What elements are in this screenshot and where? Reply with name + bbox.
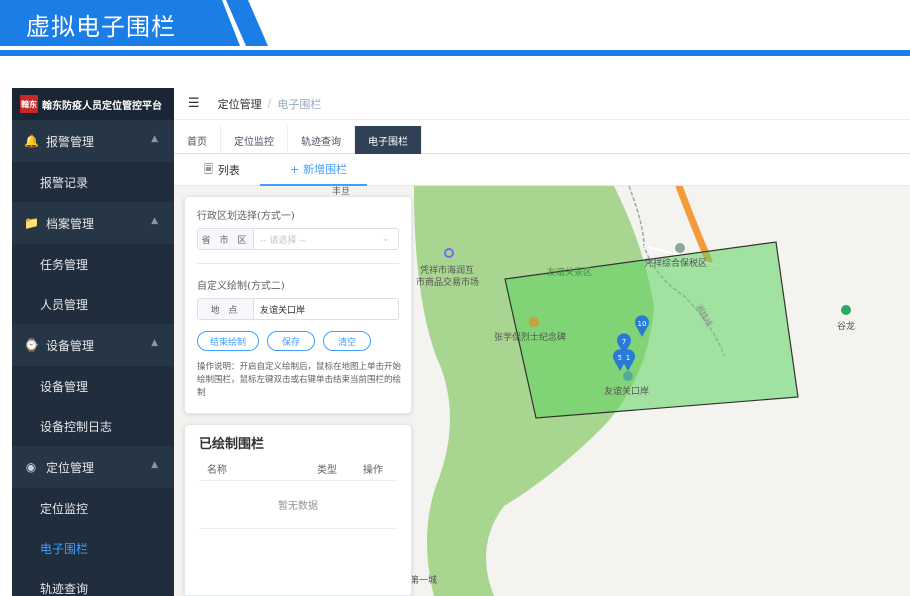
mountain-icon	[841, 305, 851, 315]
map-pin-1-label: 1	[626, 354, 630, 362]
col-type: 类型	[317, 465, 337, 476]
folder-icon: 📁	[24, 216, 39, 230]
market-icon	[444, 248, 454, 258]
tab-bar: 首页 定位监控 轨迹查询 电子围栏	[174, 126, 910, 154]
map-label-memorial: 张学保烈士纪念碑	[494, 333, 567, 343]
sidebar-group-label: 设备管理	[46, 338, 95, 353]
subtab-bar: 🗏 列表 + 新增围栏	[174, 154, 910, 186]
col-action: 操作	[363, 465, 383, 476]
tab-location-monitor[interactable]: 定位监控	[221, 126, 288, 154]
chevron-up-icon: ▲	[151, 460, 158, 470]
sidebar-item-personnel[interactable]: 人员管理	[12, 284, 174, 324]
map-label-market-2: 市商品交易市场	[416, 278, 480, 288]
tab-home[interactable]: 首页	[174, 126, 221, 154]
app-window: 翰东 翰东防疫人员定位管控平台 🔔 报警管理 ▲ 报警记录 📁 档案管理 ▲ 任…	[12, 88, 910, 596]
tab-track-query[interactable]: 轨迹查询	[288, 126, 355, 154]
clear-button[interactable]: 清空	[323, 331, 371, 351]
finish-drawing-button[interactable]: 结束绘制	[197, 331, 259, 351]
sidebar-group-label: 定位管理	[46, 460, 95, 475]
map-pin-7-label: 7	[622, 338, 626, 346]
banner: 虚拟电子围栏	[0, 0, 910, 56]
banner-title: 虚拟电子围栏	[26, 13, 176, 41]
map-pin-1[interactable]: 1	[620, 349, 636, 371]
app-logo: 翰东	[20, 95, 38, 113]
place-field-prefix: 地 点	[198, 299, 254, 319]
map-pin-10-label: 10	[638, 320, 647, 328]
help-text: 操作说明：开启自定义绘制后，鼠标在地图上单击开始绘制围栏，鼠标左键双击或右键单击…	[197, 362, 402, 398]
drawn-fences-title: 已绘制围栏	[199, 437, 265, 452]
drawn-fences-panel: 已绘制围栏 名称 类型 操作 暂无数据	[184, 424, 412, 596]
breadcrumb-current: 电子围栏	[277, 97, 322, 111]
subtab-add[interactable]: + 新增围栏	[259, 154, 368, 186]
sidebar-item-device-log[interactable]: 设备控制日志	[12, 406, 174, 446]
map-label-port: 友谊关口岸	[604, 387, 650, 397]
sidebar-item-tasks[interactable]: 任务管理	[12, 244, 174, 284]
sidebar-group-device[interactable]: ⌚ 设备管理 ▲	[12, 324, 174, 366]
star-icon	[675, 243, 685, 253]
map-pin-10[interactable]: 10	[634, 315, 650, 337]
port-icon	[623, 371, 633, 381]
sidebar-group-location[interactable]: ◉ 定位管理 ▲	[12, 446, 174, 488]
monument-icon	[529, 317, 539, 327]
app-name: 翰东防疫人员定位管控平台	[42, 100, 162, 112]
fences-table-header: 名称 类型 操作	[199, 457, 397, 481]
watch-icon: ⌚	[24, 338, 39, 352]
hamburger-icon[interactable]: ☰	[188, 96, 200, 111]
sidebar-item-geofence[interactable]: 电子围栏	[12, 528, 174, 568]
region-select[interactable]: 省 市 区 -- 请选择 -- ⌄	[197, 228, 399, 250]
chevron-down-icon: ⌄	[382, 234, 390, 244]
chevron-up-icon: ▲	[151, 216, 158, 226]
sidebar-item-location-monitor[interactable]: 定位监控	[12, 488, 174, 528]
chevron-up-icon: ▲	[151, 134, 158, 144]
location-icon: ◉	[25, 460, 37, 474]
place-field-value: 友谊关口岸	[260, 305, 306, 316]
banner-underline	[0, 50, 910, 56]
map-label-diyicheng: 第一城	[410, 576, 438, 586]
subtab-add-label: 新增围栏	[303, 163, 348, 176]
region-section-title: 行政区划选择(方式一)	[197, 211, 295, 222]
sidebar-group-label: 报警管理	[46, 134, 95, 149]
topbar: ☰ 定位管理 / 电子围栏	[174, 88, 910, 120]
form-divider	[197, 263, 399, 264]
subtab-list[interactable]: 🗏 列表	[174, 154, 260, 186]
sidebar-group-alarm[interactable]: 🔔 报警管理 ▲	[12, 120, 174, 162]
sidebar-group-label: 档案管理	[46, 216, 95, 231]
breadcrumb-parent[interactable]: 定位管理	[218, 96, 262, 112]
sidebar-item-devices[interactable]: 设备管理	[12, 366, 174, 406]
map-label-bonded-zone: 凭祥综合保税区	[644, 259, 708, 269]
sidebar: 翰东 翰东防疫人员定位管控平台 🔔 报警管理 ▲ 报警记录 📁 档案管理 ▲ 任…	[12, 88, 174, 596]
chevron-up-icon: ▲	[151, 338, 158, 348]
place-field[interactable]: 地 点 友谊关口岸	[197, 298, 399, 320]
sidebar-item-track-query[interactable]: 轨迹查询	[12, 568, 174, 596]
map-label-scenic: 友谊关景区	[547, 268, 593, 278]
app-logo-row[interactable]: 翰东 翰东防疫人员定位管控平台	[12, 88, 174, 120]
fence-form-panel: 行政区划选择(方式一) 省 市 区 -- 请选择 -- ⌄ 自定义绘制(方式二)…	[184, 196, 412, 414]
region-select-value: -- 请选择 --	[260, 235, 306, 246]
save-button[interactable]: 保存	[267, 331, 315, 351]
region-select-prefix: 省 市 区	[198, 229, 254, 249]
custom-section-title: 自定义绘制(方式二)	[197, 281, 285, 292]
document-icon: 🗏	[204, 162, 213, 176]
sidebar-item-alarm-records[interactable]: 报警记录	[12, 162, 174, 202]
breadcrumb-separator: /	[267, 97, 272, 110]
subtab-list-label: 列表	[217, 164, 240, 177]
sidebar-group-archive[interactable]: 📁 档案管理 ▲	[12, 202, 174, 244]
fences-table-empty: 暂无数据	[199, 481, 397, 529]
tab-geofence[interactable]: 电子围栏	[355, 126, 422, 154]
col-name: 名称	[207, 465, 227, 476]
bell-icon: 🔔	[24, 134, 39, 148]
map-label-gulong: 谷龙	[837, 322, 856, 332]
plus-icon: +	[289, 162, 300, 176]
